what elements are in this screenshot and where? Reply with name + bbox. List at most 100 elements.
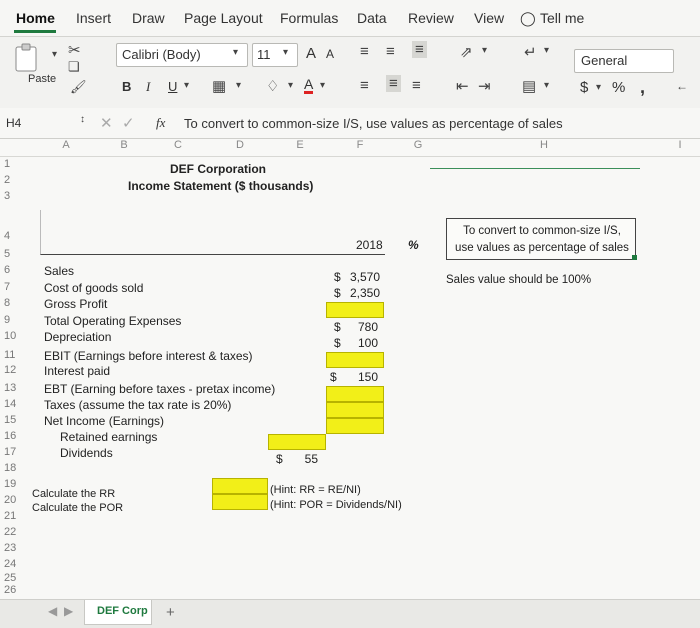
statement-company-title[interactable]: DEF Corporation bbox=[170, 162, 266, 176]
prev-sheet-icon[interactable]: ◀ bbox=[48, 604, 57, 618]
row-label-cogs[interactable]: Cost of goods sold bbox=[44, 281, 143, 295]
currency-button[interactable]: $ bbox=[580, 79, 588, 96]
gross-profit-input[interactable] bbox=[326, 302, 384, 318]
borders-icon[interactable]: ▦ bbox=[212, 77, 226, 95]
formula-input[interactable]: To convert to common-size I/S, use value… bbox=[184, 116, 563, 131]
menu-home[interactable]: Home bbox=[16, 10, 55, 26]
column-header-d[interactable]: D bbox=[230, 139, 250, 157]
column-header-i[interactable]: I bbox=[670, 139, 690, 157]
row-number[interactable]: 12 bbox=[0, 364, 36, 376]
row-number[interactable]: 6 bbox=[0, 264, 36, 276]
decrease-font-button[interactable]: A bbox=[326, 47, 334, 61]
chevron-down-icon[interactable]: ▾ bbox=[320, 80, 325, 91]
align-middle-icon[interactable]: ≡ bbox=[386, 43, 395, 60]
fill-color-icon[interactable]: ♢ bbox=[266, 77, 279, 95]
merge-center-icon[interactable]: ▤ bbox=[522, 77, 536, 95]
percent-header[interactable]: % bbox=[408, 238, 419, 252]
row-label-ebt[interactable]: EBT (Earning before taxes - pretax incom… bbox=[44, 382, 275, 396]
sales-value[interactable]: 3,570 bbox=[344, 270, 380, 284]
row-number[interactable]: 13 bbox=[0, 382, 36, 394]
chevron-down-icon[interactable]: ▾ bbox=[544, 45, 549, 56]
sheet-tab-def-corp[interactable]: DEF Corp bbox=[84, 600, 152, 625]
depreciation-value[interactable]: 100 bbox=[344, 336, 378, 350]
orientation-icon[interactable]: ⇗ bbox=[460, 43, 473, 61]
chevron-down-icon[interactable]: ▾ bbox=[52, 49, 57, 60]
menu-formulas[interactable]: Formulas bbox=[280, 10, 338, 26]
menu-review[interactable]: Review bbox=[408, 10, 454, 26]
align-bottom-icon[interactable]: ≡ bbox=[412, 41, 427, 58]
row-number[interactable]: 25 bbox=[0, 572, 36, 584]
por-input[interactable] bbox=[212, 494, 268, 510]
row-number[interactable]: 26 bbox=[0, 584, 36, 596]
retained-earnings-input[interactable] bbox=[268, 434, 326, 450]
calc-por-label[interactable]: Calculate the POR bbox=[32, 502, 123, 514]
italic-button[interactable]: I bbox=[146, 79, 150, 95]
bold-button[interactable]: B bbox=[122, 79, 131, 94]
row-label-interest[interactable]: Interest paid bbox=[44, 364, 110, 378]
chevron-down-icon[interactable]: ▾ bbox=[544, 80, 549, 91]
calc-rr-label[interactable]: Calculate the RR bbox=[32, 488, 115, 500]
row-number[interactable]: 3 bbox=[0, 190, 36, 202]
row-number[interactable]: 21 bbox=[0, 510, 36, 522]
row-label-depreciation[interactable]: Depreciation bbox=[44, 330, 111, 344]
row-number[interactable]: 22 bbox=[0, 526, 36, 538]
menu-page-layout[interactable]: Page Layout bbox=[184, 10, 263, 26]
number-format-select[interactable]: General bbox=[574, 49, 674, 73]
row-label-retained-earnings[interactable]: Retained earnings bbox=[60, 430, 157, 444]
column-header-e[interactable]: E bbox=[290, 139, 310, 157]
font-size-select[interactable]: 11 ▾ bbox=[252, 43, 298, 67]
paste-button[interactable] bbox=[10, 43, 44, 73]
rr-hint[interactable]: (Hint: RR = RE/NI) bbox=[270, 484, 361, 496]
add-sheet-button[interactable]: + bbox=[166, 604, 175, 621]
column-header-g[interactable]: G bbox=[408, 139, 428, 157]
row-number[interactable]: 16 bbox=[0, 430, 36, 442]
format-painter-icon[interactable]: 🖌 bbox=[70, 79, 87, 95]
cancel-icon[interactable]: ✕ bbox=[100, 114, 113, 132]
dividends-value[interactable]: 55 bbox=[290, 452, 318, 466]
net-income-input[interactable] bbox=[326, 418, 384, 434]
menu-data[interactable]: Data bbox=[357, 10, 387, 26]
cut-icon[interactable]: ✂ bbox=[68, 41, 81, 59]
align-left-icon[interactable]: ≡ bbox=[360, 77, 369, 94]
next-sheet-icon[interactable]: ▶ bbox=[64, 604, 73, 618]
column-header-a[interactable]: A bbox=[56, 139, 76, 157]
row-number[interactable]: 11 bbox=[0, 349, 36, 361]
column-header-b[interactable]: B bbox=[114, 139, 134, 157]
row-number[interactable]: 2 bbox=[0, 174, 36, 186]
percent-button[interactable]: % bbox=[612, 79, 625, 96]
row-number[interactable]: 10 bbox=[0, 330, 36, 342]
chevron-down-icon[interactable]: ▾ bbox=[288, 80, 293, 91]
ebt-input[interactable] bbox=[326, 386, 384, 402]
row-number[interactable]: 24 bbox=[0, 558, 36, 570]
column-header-h[interactable]: H bbox=[534, 139, 554, 157]
column-header-f[interactable]: F bbox=[350, 139, 370, 157]
increase-decimal-icon[interactable]: ← bbox=[676, 79, 688, 93]
chevron-down-icon[interactable]: ▾ bbox=[236, 80, 241, 91]
align-center-icon[interactable]: ≡ bbox=[386, 75, 401, 92]
fx-button[interactable]: fx bbox=[156, 115, 165, 131]
note-cell-h4[interactable]: To convert to common-size I/S, use value… bbox=[446, 218, 636, 260]
name-box[interactable]: H4 bbox=[6, 116, 21, 130]
increase-font-button[interactable]: A bbox=[306, 45, 316, 62]
row-number[interactable]: 18 bbox=[0, 462, 36, 474]
row-number[interactable]: 15 bbox=[0, 414, 36, 426]
row-label-ebit[interactable]: EBIT (Earnings before interest & taxes) bbox=[44, 349, 253, 363]
row-label-sales[interactable]: Sales bbox=[44, 264, 74, 278]
chevron-down-icon[interactable]: ▾ bbox=[184, 80, 189, 91]
row-number[interactable]: 7 bbox=[0, 281, 36, 293]
chevron-updown-icon[interactable]: ↕ bbox=[80, 114, 85, 125]
row-number[interactable]: 20 bbox=[0, 494, 36, 506]
sales-note[interactable]: Sales value should be 100% bbox=[446, 274, 591, 286]
chevron-down-icon[interactable]: ▾ bbox=[482, 45, 487, 56]
row-number[interactable]: 8 bbox=[0, 297, 36, 309]
menu-view[interactable]: View bbox=[474, 10, 504, 26]
underline-button[interactable]: U bbox=[168, 79, 177, 94]
font-color-button[interactable]: A bbox=[304, 77, 314, 94]
row-number[interactable]: 17 bbox=[0, 446, 36, 458]
align-top-icon[interactable]: ≡ bbox=[360, 43, 369, 60]
row-number[interactable]: 23 bbox=[0, 542, 36, 554]
increase-indent-icon[interactable]: ⇥ bbox=[478, 77, 491, 95]
year-header[interactable]: 2018 bbox=[356, 238, 383, 252]
opex-value[interactable]: 780 bbox=[344, 320, 378, 334]
ebit-input[interactable] bbox=[326, 352, 384, 368]
